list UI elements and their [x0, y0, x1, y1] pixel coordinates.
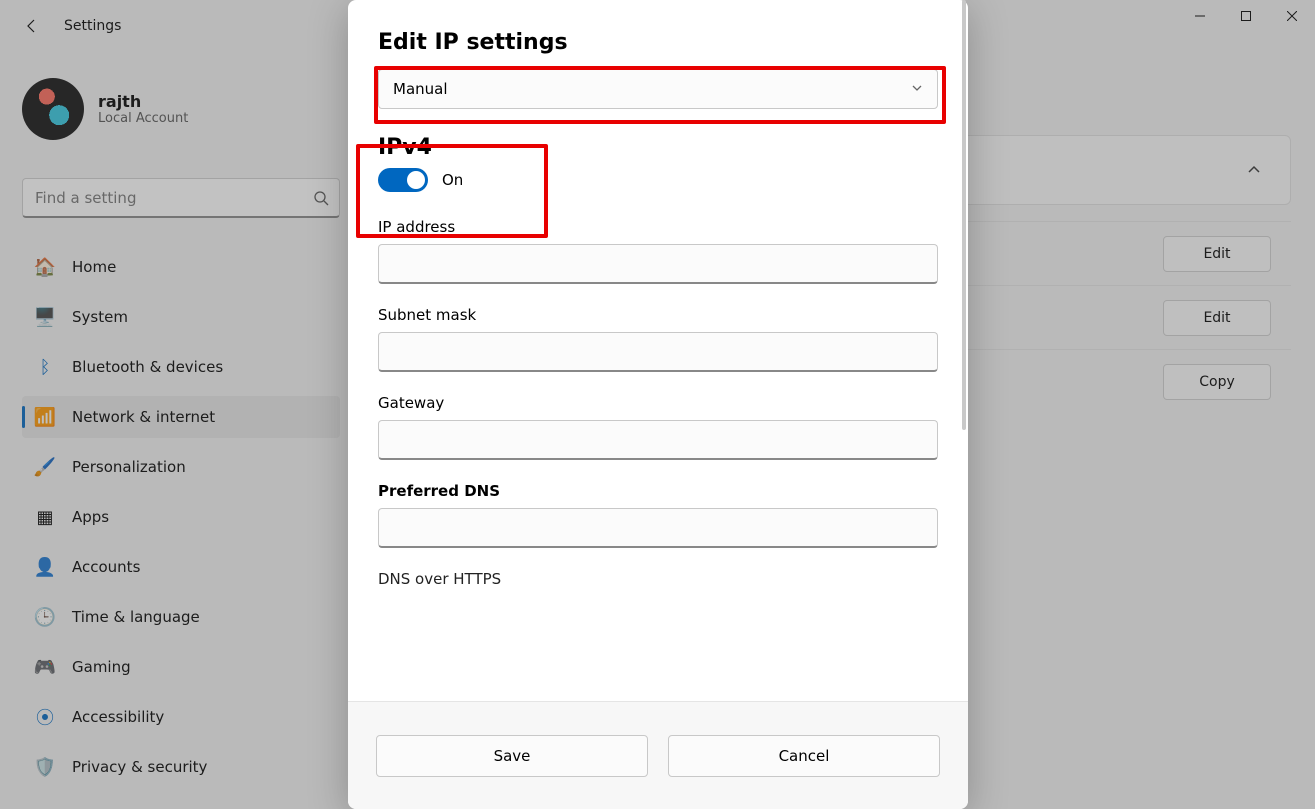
preferred-dns-field: Preferred DNS [378, 482, 938, 548]
dialog-footer: Save Cancel [348, 701, 968, 809]
dropdown-value: Manual [393, 80, 448, 98]
preferred-dns-input[interactable] [378, 508, 938, 548]
field-label: Subnet mask [378, 306, 938, 324]
ipv4-toggle-row: On [378, 168, 938, 192]
cancel-button[interactable]: Cancel [668, 735, 940, 777]
ip-address-input[interactable] [378, 244, 938, 284]
dns-over-https-label: DNS over HTTPS [378, 570, 938, 588]
gateway-input[interactable] [378, 420, 938, 460]
ipv4-toggle[interactable] [378, 168, 428, 192]
field-label: Gateway [378, 394, 938, 412]
ip-address-field: IP address [378, 218, 938, 284]
field-label: Preferred DNS [378, 482, 938, 500]
dialog-body: Edit IP settings Manual IPv4 On IP addre… [348, 0, 968, 701]
scrollbar[interactable] [962, 0, 966, 430]
save-button[interactable]: Save [376, 735, 648, 777]
dialog-title: Edit IP settings [378, 30, 938, 55]
subnet-mask-input[interactable] [378, 332, 938, 372]
ipv4-heading: IPv4 [378, 135, 938, 160]
field-label: IP address [378, 218, 938, 236]
ipv4-toggle-label: On [442, 171, 463, 189]
edit-ip-dialog: Edit IP settings Manual IPv4 On IP addre… [348, 0, 968, 809]
ip-mode-dropdown[interactable]: Manual [378, 69, 938, 109]
chevron-down-icon [911, 80, 923, 98]
subnet-mask-field: Subnet mask [378, 306, 938, 372]
gateway-field: Gateway [378, 394, 938, 460]
